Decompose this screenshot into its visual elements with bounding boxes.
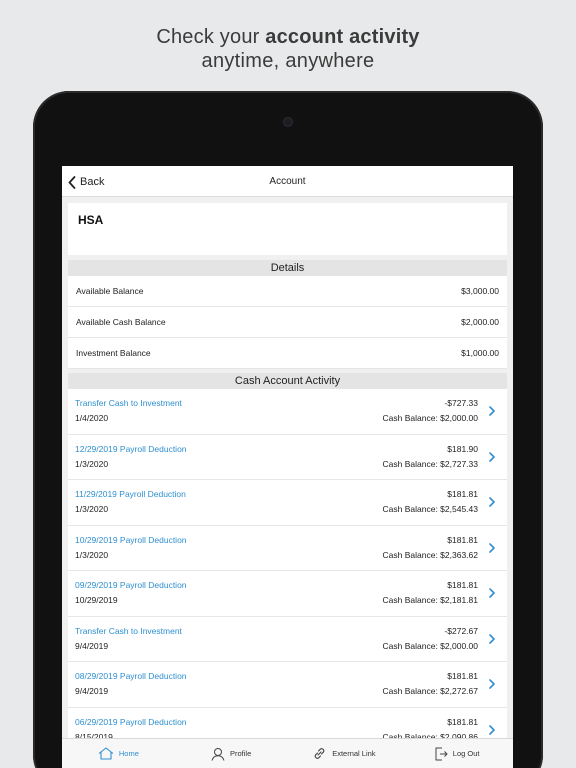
activity-list: Transfer Cash to Investment 1/4/2020 -$7… bbox=[68, 389, 507, 753]
tab-label: Profile bbox=[229, 749, 252, 758]
link-icon bbox=[314, 748, 325, 759]
activity-description: 12/29/2019 Payroll Deduction bbox=[75, 443, 187, 454]
activity-date: 1/3/2020 bbox=[75, 504, 109, 514]
activity-date: 9/4/2019 bbox=[75, 686, 109, 696]
account-name: HSA bbox=[78, 213, 104, 227]
activity-amount: $181.90 bbox=[447, 443, 478, 454]
app-screen: Back Account HSA Details Available Balan… bbox=[62, 166, 513, 768]
page-title: Account bbox=[269, 176, 306, 187]
activity-balance: Cash Balance: $2,272.67 bbox=[382, 686, 478, 696]
logout-icon bbox=[435, 747, 448, 760]
detail-row-available-cash-balance: Available Cash Balance $2,000.00 bbox=[68, 307, 507, 338]
detail-row-investment-balance: Investment Balance $1,000.00 bbox=[68, 338, 507, 369]
activity-row[interactable]: 12/29/2019 Payroll Deduction 1/3/2020 $1… bbox=[68, 434, 507, 480]
activity-date: 10/29/2019 bbox=[75, 595, 118, 605]
activity-description: Transfer Cash to Investment bbox=[75, 625, 182, 636]
headline-line-1: Check your account activity bbox=[0, 24, 576, 50]
tab-external-link[interactable]: External Link bbox=[288, 739, 401, 768]
activity-amount: $181.81 bbox=[447, 671, 478, 681]
activity-amount: -$727.33 bbox=[444, 398, 478, 408]
chevron-right-icon bbox=[489, 451, 495, 462]
activity-description: 06/29/2019 Payroll Deduction bbox=[75, 716, 187, 727]
tab-label: Log Out bbox=[452, 749, 480, 758]
detail-value: $3,000.00 bbox=[461, 286, 499, 296]
tab-profile[interactable]: Profile bbox=[175, 739, 288, 768]
detail-row-available-balance: Available Balance $3,000.00 bbox=[68, 276, 507, 307]
detail-label: Investment Balance bbox=[76, 348, 151, 358]
tab-bar: Home Profile External Link Log Out bbox=[62, 738, 513, 768]
promo-headline: Check your account activity anytime, any… bbox=[0, 24, 576, 72]
activity-row[interactable]: Transfer Cash to Investment 1/4/2020 -$7… bbox=[68, 389, 507, 435]
tab-label: Home bbox=[118, 749, 139, 758]
activity-description: 10/29/2019 Payroll Deduction bbox=[75, 534, 187, 545]
activity-balance: Cash Balance: $2,000.00 bbox=[382, 413, 478, 423]
detail-value: $2,000.00 bbox=[461, 317, 499, 327]
activity-balance: Cash Balance: $2,363.62 bbox=[382, 549, 478, 560]
activity-amount: $181.81 bbox=[447, 489, 478, 499]
activity-date: 1/4/2020 bbox=[75, 413, 109, 423]
activity-description: 09/29/2019 Payroll Deduction bbox=[75, 580, 187, 590]
activity-balance: Cash Balance: $2,545.43 bbox=[382, 504, 478, 514]
activity-row[interactable]: Transfer Cash to Investment 9/4/2019 -$2… bbox=[68, 616, 507, 662]
profile-icon bbox=[211, 747, 225, 761]
activity-row[interactable]: 08/29/2019 Payroll Deduction 9/4/2019 $1… bbox=[68, 662, 507, 708]
chevron-right-icon bbox=[489, 724, 495, 735]
activity-description: 11/29/2019 Payroll Deduction bbox=[75, 489, 186, 499]
account-card: HSA bbox=[68, 203, 507, 255]
camera-icon bbox=[283, 117, 293, 127]
activity-description: Transfer Cash to Investment bbox=[75, 398, 182, 408]
headline-bold: account activity bbox=[265, 26, 420, 48]
details-heading: Details bbox=[68, 260, 507, 276]
activity-date: 1/3/2020 bbox=[75, 549, 109, 560]
detail-value: $1,000.00 bbox=[461, 348, 499, 358]
activity-date: 9/4/2019 bbox=[75, 640, 109, 651]
tab-home[interactable]: Home bbox=[62, 739, 175, 768]
activity-row[interactable]: 10/29/2019 Payroll Deduction 1/3/2020 $1… bbox=[68, 525, 507, 571]
tab-label: External Link bbox=[332, 749, 376, 758]
activity-amount: $181.81 bbox=[447, 716, 478, 727]
detail-label: Available Balance bbox=[76, 286, 144, 296]
activity-balance: Cash Balance: $2,727.33 bbox=[382, 458, 478, 469]
home-icon bbox=[98, 747, 114, 760]
chevron-right-icon bbox=[489, 406, 495, 416]
chevron-right-icon bbox=[489, 679, 495, 689]
activity-row[interactable]: 09/29/2019 Payroll Deduction 10/29/2019 … bbox=[68, 571, 507, 617]
activity-balance: Cash Balance: $2,000.00 bbox=[382, 640, 478, 651]
activity-amount: $181.81 bbox=[447, 580, 478, 590]
headline-line-2: anytime, anywhere bbox=[201, 50, 375, 72]
activity-amount: -$272.67 bbox=[444, 625, 478, 636]
activity-description: 08/29/2019 Payroll Deduction bbox=[75, 671, 187, 681]
headline-prefix: Check your bbox=[156, 26, 266, 48]
chevron-right-icon bbox=[489, 497, 495, 507]
activity-date: 1/3/2020 bbox=[75, 458, 109, 469]
detail-label: Available Cash Balance bbox=[76, 317, 166, 327]
nav-bar: Back Account bbox=[62, 166, 513, 197]
activity-amount: $181.81 bbox=[447, 534, 478, 545]
chevron-right-icon bbox=[489, 633, 495, 644]
tab-log-out[interactable]: Log Out bbox=[400, 739, 513, 768]
activity-row[interactable]: 11/29/2019 Payroll Deduction 1/3/2020 $1… bbox=[68, 480, 507, 526]
chevron-right-icon bbox=[489, 588, 495, 598]
chevron-right-icon bbox=[489, 542, 495, 553]
activity-heading: Cash Account Activity bbox=[68, 373, 507, 389]
activity-balance: Cash Balance: $2,181.81 bbox=[382, 595, 478, 605]
